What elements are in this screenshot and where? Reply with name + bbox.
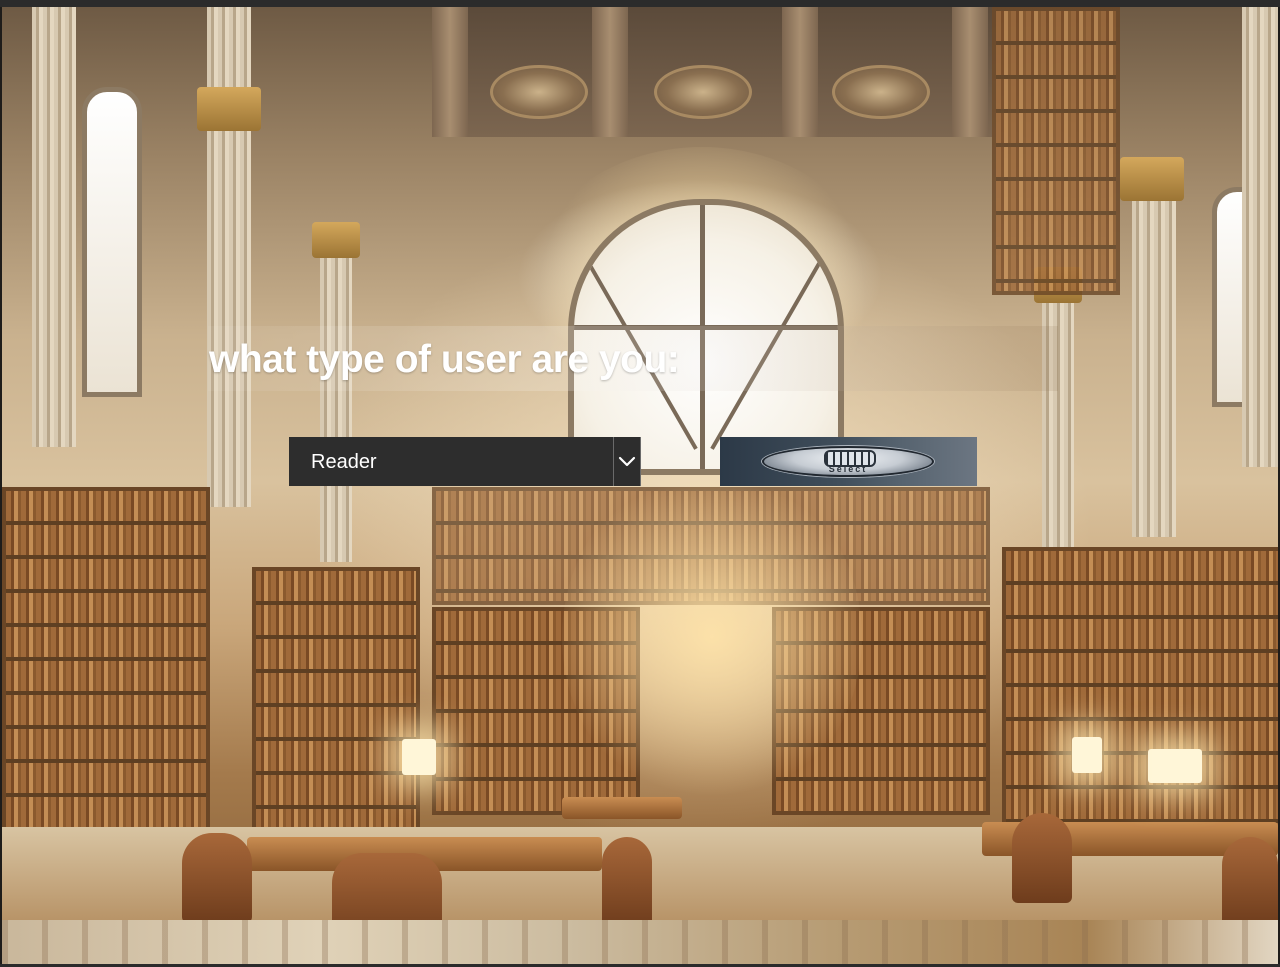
chair <box>1222 837 1278 920</box>
ceiling-beam <box>592 7 628 137</box>
select-button[interactable]: Select <box>720 437 977 486</box>
ceiling-beam <box>952 7 988 137</box>
bookshelf <box>252 567 420 835</box>
column <box>1242 7 1278 467</box>
chair <box>1012 813 1072 903</box>
ceiling-rosette <box>490 65 588 119</box>
ceiling-rosette <box>654 65 752 119</box>
column-capital <box>312 222 360 258</box>
column <box>1132 157 1176 537</box>
table-lamp <box>1148 749 1202 783</box>
chair <box>602 837 652 920</box>
bookshelf <box>992 7 1120 295</box>
column <box>32 7 76 447</box>
ceiling-beam <box>782 7 818 137</box>
left-window <box>82 87 142 397</box>
window-top-border <box>0 0 1280 7</box>
chair <box>332 853 442 920</box>
bookshelf <box>2 487 210 835</box>
column <box>320 222 352 562</box>
select-button-label: Select <box>828 464 868 474</box>
table-lamp <box>1072 737 1102 773</box>
reading-table <box>562 797 682 819</box>
table-lamp <box>402 739 436 775</box>
select-logo-badge: Select <box>762 446 934 477</box>
user-type-select[interactable]: Reader <box>289 437 641 486</box>
bookshelf <box>1002 547 1278 835</box>
app-window: what type of user are you: Reader Select <box>0 0 1280 967</box>
background-repeat-strip <box>2 920 1278 964</box>
user-type-select-container[interactable]: Reader <box>289 437 641 486</box>
chair <box>182 833 252 920</box>
column-capital <box>1120 157 1184 201</box>
column <box>1042 267 1074 587</box>
ceiling-beam <box>432 7 468 137</box>
center-light <box>562 467 862 807</box>
column-capital <box>197 87 261 131</box>
user-type-prompt-heading: what type of user are you: <box>209 338 680 381</box>
column <box>207 7 251 507</box>
ceiling-rosette <box>832 65 930 119</box>
